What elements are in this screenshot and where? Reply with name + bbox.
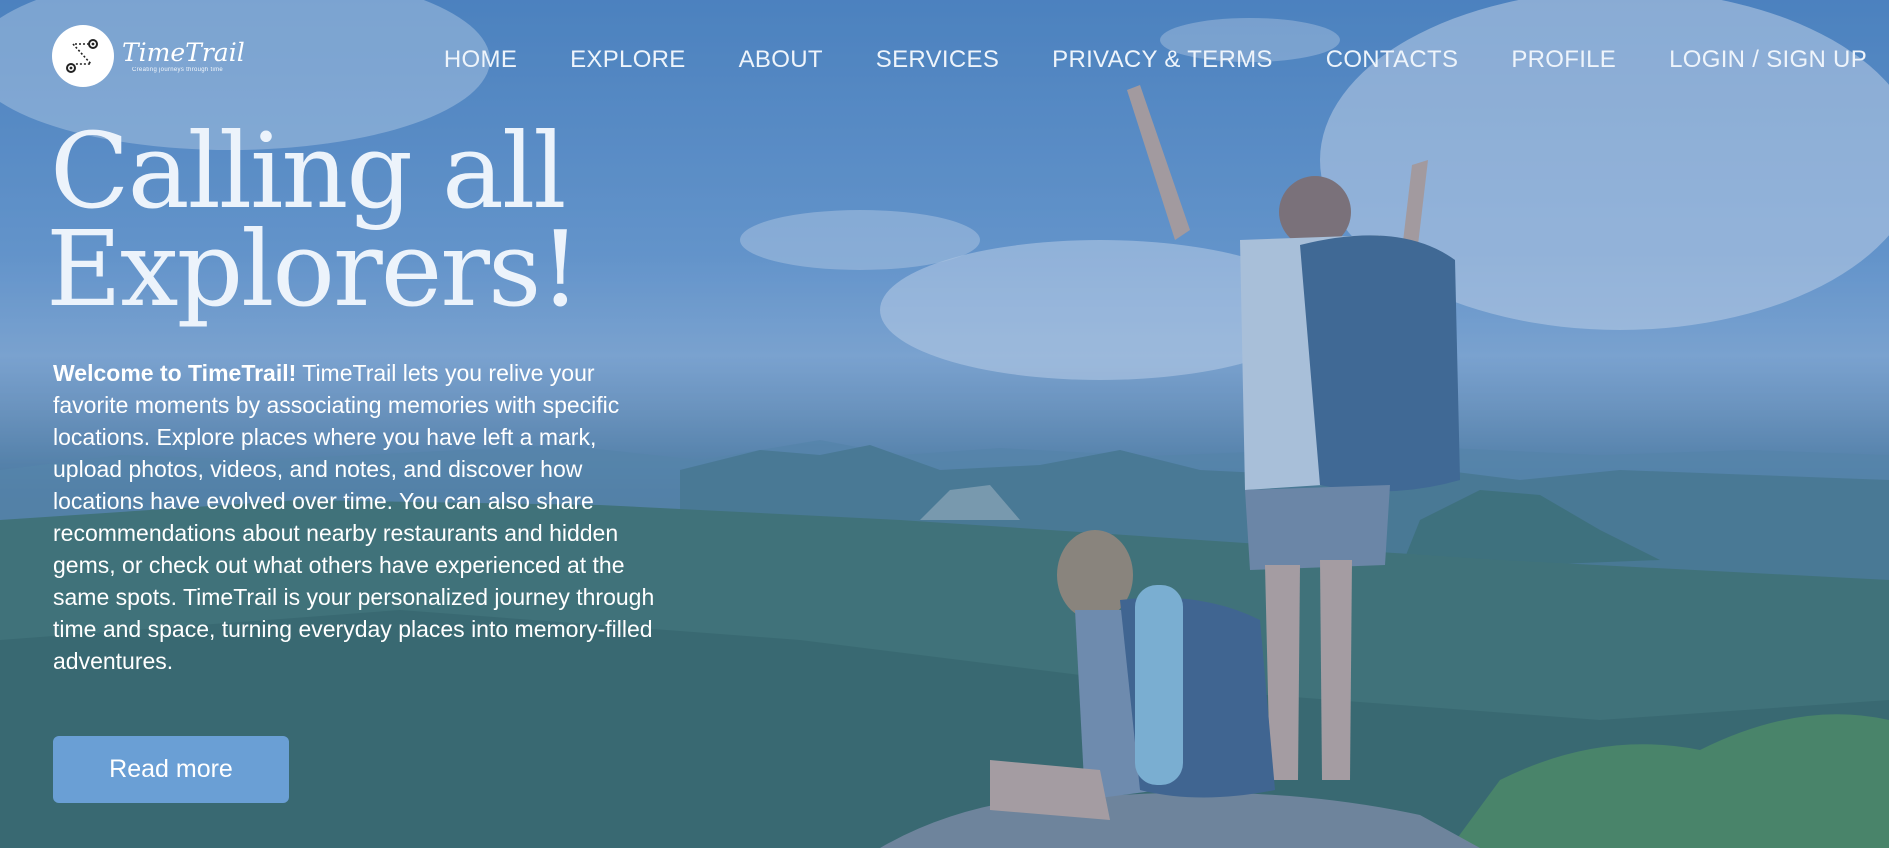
nav-about[interactable]: ABOUT [739, 46, 823, 74]
nav-home[interactable]: HOME [444, 46, 517, 74]
nav-privacy-terms[interactable]: PRIVACY & TERMS [1052, 46, 1273, 74]
headline-line-2: Explorers! [46, 208, 581, 330]
nav-contacts[interactable]: CONTACTS [1326, 46, 1459, 74]
nav-profile[interactable]: PROFILE [1511, 46, 1616, 74]
brand-logo[interactable]: TimeTrail Creating journeys through time [52, 25, 245, 87]
brand-tagline: Creating journeys through time [132, 67, 224, 73]
headline-line-1: Calling all [50, 110, 567, 232]
brand-name: TimeTrail [122, 38, 245, 67]
intro-body: TimeTrail lets you relive your favorite … [53, 360, 655, 674]
hero-headline: Calling all Explorers! [46, 110, 581, 321]
intro-bold-lead: Welcome to TimeTrail! [53, 360, 297, 386]
nav-explore[interactable]: EXPLORE [570, 46, 685, 74]
main-nav: HOME EXPLORE ABOUT SERVICES PRIVACY & TE… [444, 46, 1867, 74]
hero-section: TimeTrail Creating journeys through time… [0, 0, 1889, 848]
nav-services[interactable]: SERVICES [876, 46, 999, 74]
hero-intro-text: Welcome to TimeTrail! TimeTrail lets you… [53, 357, 663, 677]
nav-login-signup[interactable]: LOGIN / SIGN UP [1669, 46, 1867, 74]
read-more-button[interactable]: Read more [53, 736, 289, 803]
logo-mark-icon [52, 25, 114, 87]
